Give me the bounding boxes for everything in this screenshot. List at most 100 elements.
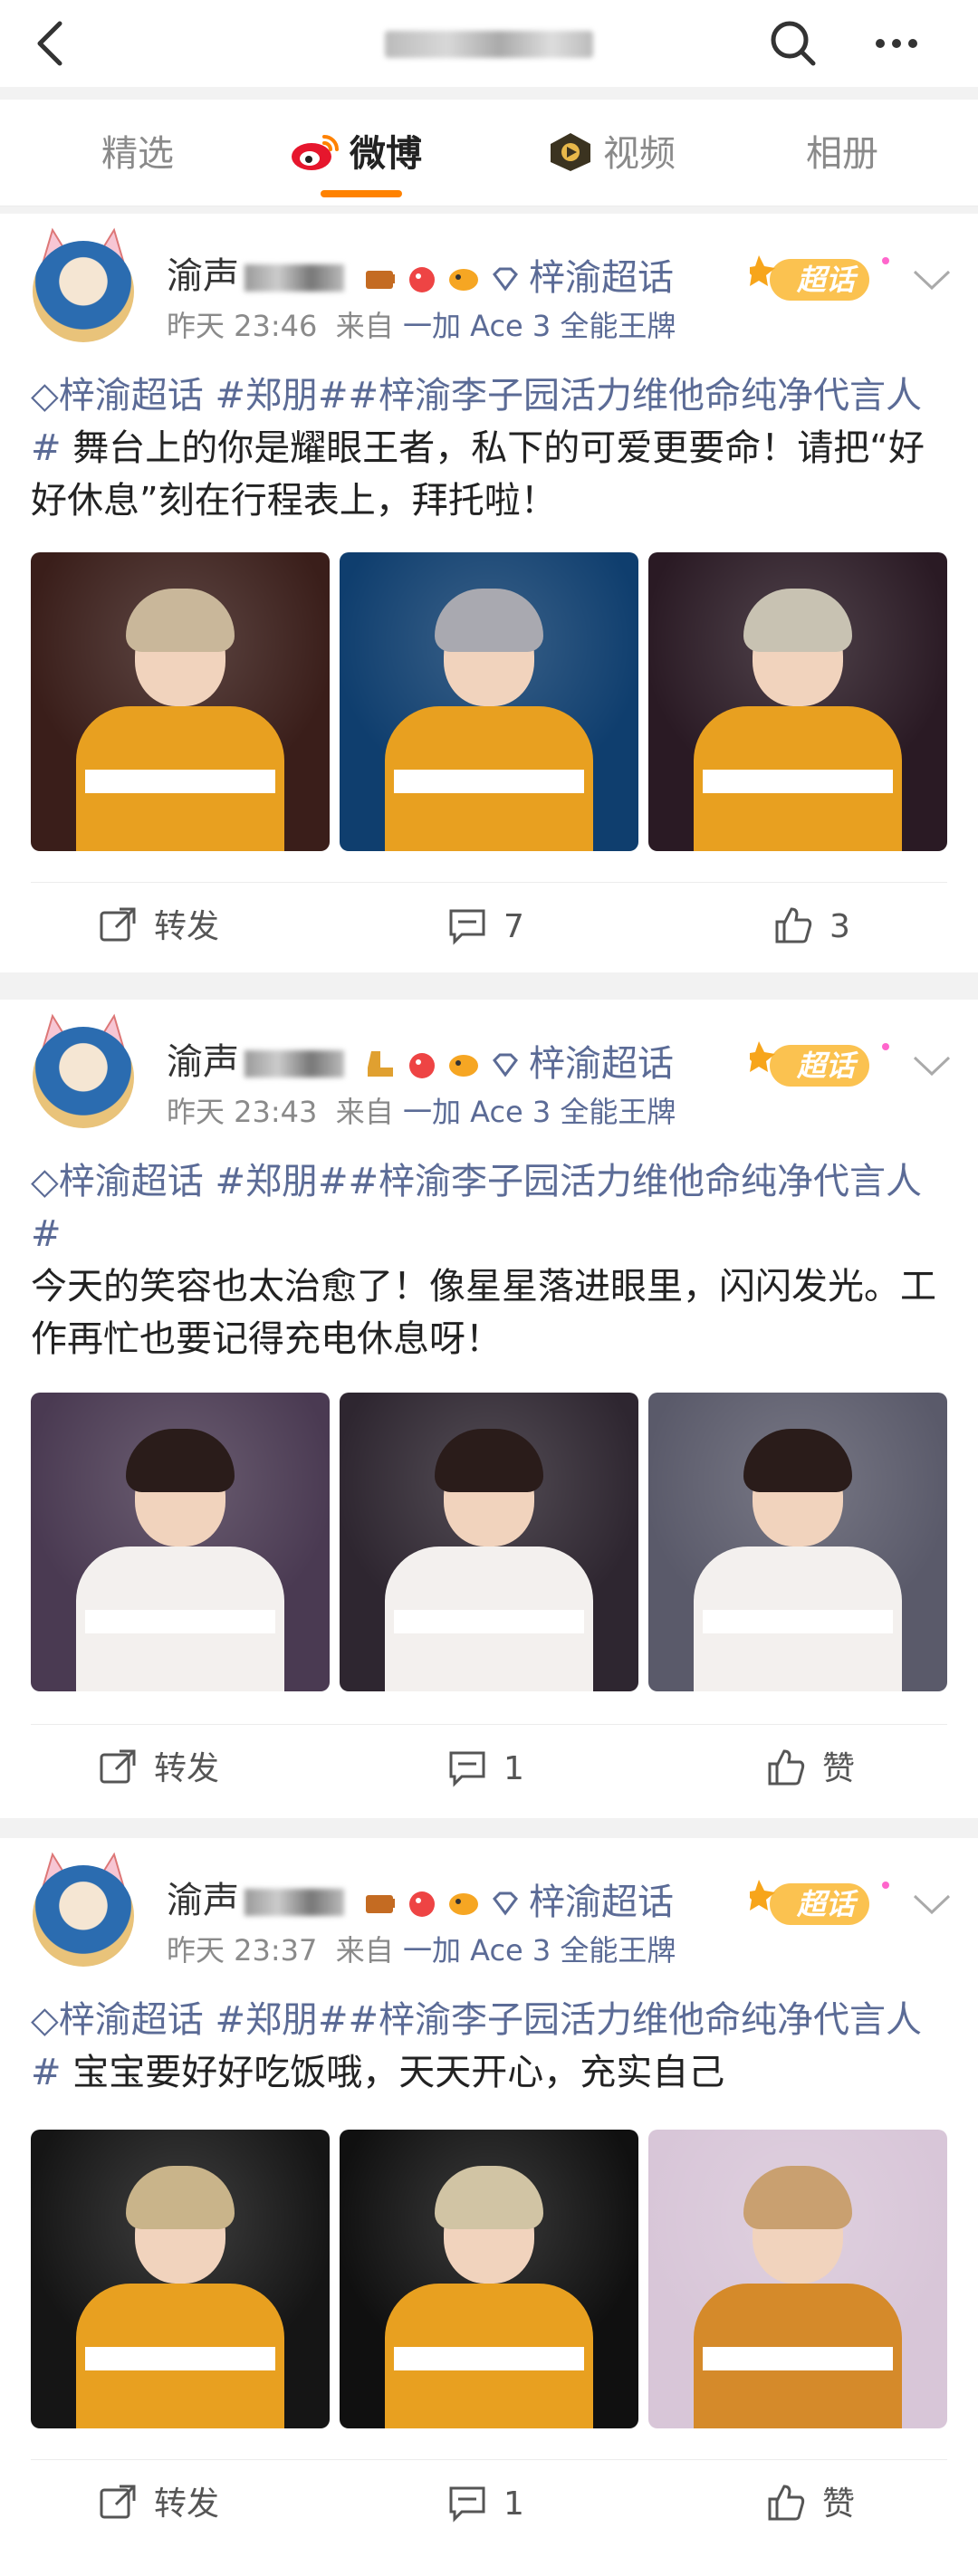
chevron-down-icon[interactable] <box>911 1891 953 1918</box>
repost-button[interactable]: 转发 <box>98 882 219 972</box>
jacket-stripe <box>394 1610 584 1633</box>
tab-label: 相册 <box>806 133 878 175</box>
chicken-badge-icon <box>409 1053 435 1078</box>
boot-badge-icon <box>368 1051 393 1077</box>
photo-grid <box>31 2130 947 2428</box>
search-button[interactable] <box>766 16 820 71</box>
chevron-down-icon[interactable] <box>911 266 953 293</box>
person-hair <box>743 2166 852 2229</box>
fish-badge-icon <box>449 1893 478 1915</box>
chaohua-tag[interactable]: 超话 <box>744 1872 895 1936</box>
thumbs-up-icon <box>768 2485 805 2521</box>
diamond-icon <box>493 1053 518 1077</box>
blurred-username <box>244 1050 344 1077</box>
avatar[interactable] <box>33 241 134 342</box>
person-hair <box>126 589 235 652</box>
chaohua-label: 超话 <box>797 263 856 297</box>
repost-button[interactable]: 转发 <box>98 1724 219 1815</box>
topic-link[interactable]: ◇梓渝超话 #郑朋##梓渝李子园活力维他命纯净代言人# <box>31 1161 922 1255</box>
jacket-stripe <box>85 770 275 793</box>
blurred-username <box>244 1889 344 1916</box>
username[interactable]: 渝声 梓渝超话 <box>167 1876 674 1925</box>
chevron-down-icon[interactable] <box>911 1052 953 1079</box>
post-content[interactable]: ◇梓渝超话 #郑朋##梓渝李子园活力维他命纯净代言人# 舞台上的你是耀眼王者，私… <box>31 369 951 527</box>
repost-icon <box>100 1749 136 1784</box>
person-hair <box>126 1429 235 1492</box>
comment-button[interactable]: 1 <box>447 1724 524 1815</box>
post-photo[interactable] <box>340 1393 638 1691</box>
fan-badge-icon <box>366 1895 395 1913</box>
post-actions: 转发 1 赞 <box>0 2459 978 2550</box>
comment-button[interactable]: 1 <box>447 2459 524 2550</box>
blurred-username <box>244 264 344 292</box>
chaohua-tag[interactable]: 超话 <box>744 248 895 311</box>
jacket-stripe <box>85 2347 275 2370</box>
avatar[interactable] <box>33 1865 134 1967</box>
chicken-badge-icon <box>409 267 435 292</box>
blurred-title <box>385 31 593 58</box>
post-photo[interactable] <box>31 1393 330 1691</box>
post-card[interactable]: 渝声 梓渝超话 超话 昨天 23:37 来自 一加 Ace 3 全能王牌 ◇梓渝超… <box>0 1838 978 2576</box>
active-tab-indicator <box>321 190 402 197</box>
repost-button[interactable]: 转发 <box>98 2459 219 2550</box>
username[interactable]: 渝声 梓渝超话 <box>167 1038 674 1087</box>
tab-label: 精选 <box>101 133 174 175</box>
person-hair <box>435 2166 543 2229</box>
post-photo[interactable] <box>340 552 638 851</box>
photo-grid <box>31 552 947 851</box>
post-meta: 昨天 23:43 来自 一加 Ace 3 全能王牌 <box>167 1095 676 1129</box>
fish-badge-icon <box>449 269 478 291</box>
more-horizontal-icon <box>876 39 917 48</box>
post-card[interactable]: 渝声 梓渝超话 超话 昨天 23:43 来自 一加 Ace 3 全能王牌 ◇梓渝超… <box>0 1000 978 1818</box>
post-photo[interactable] <box>648 1393 947 1691</box>
more-button[interactable] <box>869 16 924 71</box>
comment-icon <box>449 2486 485 2523</box>
avatar[interactable] <box>33 1027 134 1128</box>
post-card[interactable]: 渝声 梓渝超话 超话 昨天 23:46 来自 一加 Ace 3 全能王牌 ◇梓渝超… <box>0 214 978 972</box>
fan-badge-icon <box>366 271 395 289</box>
tab-weibo[interactable]: 微博 <box>290 129 422 179</box>
chevron-left-icon <box>37 21 62 66</box>
post-photo[interactable] <box>648 2130 947 2428</box>
topic-badge[interactable]: 梓渝超话 <box>529 1878 674 1927</box>
thumbs-up-icon <box>775 907 812 943</box>
fish-badge-icon <box>449 1055 478 1077</box>
tab-album[interactable]: 相册 <box>806 129 878 179</box>
chaohua-tag[interactable]: 超话 <box>744 1034 895 1097</box>
chaohua-label: 超话 <box>797 1887 856 1921</box>
username[interactable]: 渝声 梓渝超话 <box>167 252 674 301</box>
search-icon <box>771 21 816 66</box>
thumbs-up-icon <box>768 1749 805 1786</box>
page-title <box>272 20 706 67</box>
weibo-logo-icon <box>292 135 339 170</box>
jacket-stripe <box>394 770 584 793</box>
back-button[interactable] <box>25 16 80 71</box>
post-photo[interactable] <box>31 2130 330 2428</box>
topic-badge[interactable]: 梓渝超话 <box>529 1039 674 1088</box>
top-bar <box>0 0 978 87</box>
post-photo[interactable] <box>648 552 947 851</box>
post-content[interactable]: ◇梓渝超话 #郑朋##梓渝李子园活力维他命纯净代言人# 宝宝要好好吃饭哦，天天开… <box>31 1994 951 2099</box>
post-photo[interactable] <box>31 552 330 851</box>
post-content[interactable]: ◇梓渝超话 #郑朋##梓渝李子园活力维他命纯净代言人# 今天的笑容也太治愈了！像星… <box>31 1155 951 1365</box>
person-hair <box>743 1429 852 1492</box>
jacket-stripe <box>394 2347 584 2370</box>
post-actions: 转发 1 赞 <box>0 1724 978 1815</box>
comment-icon <box>449 1751 485 1787</box>
comment-icon <box>449 909 485 945</box>
person-hair <box>435 589 543 652</box>
diamond-icon <box>493 1891 518 1916</box>
post-photo[interactable] <box>340 2130 638 2428</box>
jacket-stripe <box>85 1610 275 1633</box>
like-button[interactable]: 赞 <box>766 2459 855 2550</box>
tab-label: 视频 <box>603 133 676 175</box>
tab-bar: 精选 微博 视频 相册 <box>0 100 978 206</box>
photo-grid <box>31 1393 947 1691</box>
like-button[interactable]: 赞 <box>766 1724 855 1815</box>
like-button[interactable]: 3 <box>773 882 850 972</box>
tab-featured[interactable]: 精选 <box>101 129 174 179</box>
tab-video[interactable]: 视频 <box>547 129 676 179</box>
topic-badge[interactable]: 梓渝超话 <box>529 254 674 302</box>
post-meta: 昨天 23:46 来自 一加 Ace 3 全能王牌 <box>167 309 676 343</box>
comment-button[interactable]: 7 <box>447 882 524 972</box>
